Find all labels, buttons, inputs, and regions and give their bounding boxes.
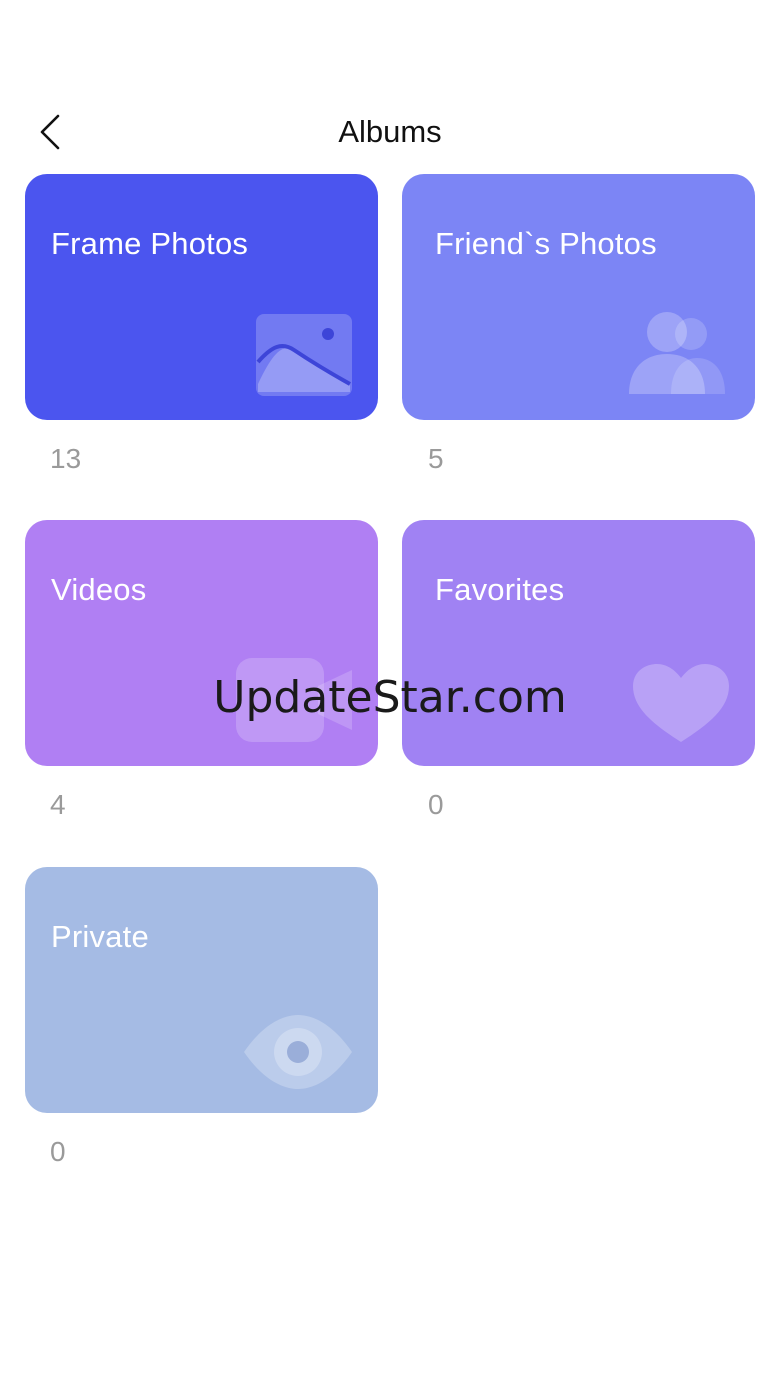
album-title: Private — [51, 919, 149, 954]
album-card-frame-photos[interactable]: Frame Photos — [25, 174, 378, 420]
album-count: 4 — [50, 789, 66, 820]
album-card-friends-photos[interactable]: Friend`s Photos — [402, 174, 755, 420]
album-count: 13 — [50, 443, 82, 474]
header: Albums — [0, 100, 780, 166]
heart-icon — [633, 664, 729, 742]
album-title: Friend`s Photos — [435, 226, 657, 261]
image-icon — [256, 314, 352, 396]
album-title: Favorites — [435, 572, 565, 607]
album-card-private[interactable]: Private — [25, 867, 378, 1113]
album-count: 0 — [428, 789, 444, 820]
album-card-favorites[interactable]: Favorites — [402, 520, 755, 766]
album-card-videos[interactable]: Videos — [25, 520, 378, 766]
album-title: Frame Photos — [51, 226, 249, 261]
eye-icon — [244, 1015, 352, 1089]
album-title: Videos — [51, 572, 147, 607]
album-count: 5 — [428, 443, 444, 474]
users-icon — [629, 312, 725, 394]
video-camera-icon — [236, 658, 352, 742]
album-count: 0 — [50, 1136, 66, 1167]
page-title: Albums — [338, 114, 442, 149]
